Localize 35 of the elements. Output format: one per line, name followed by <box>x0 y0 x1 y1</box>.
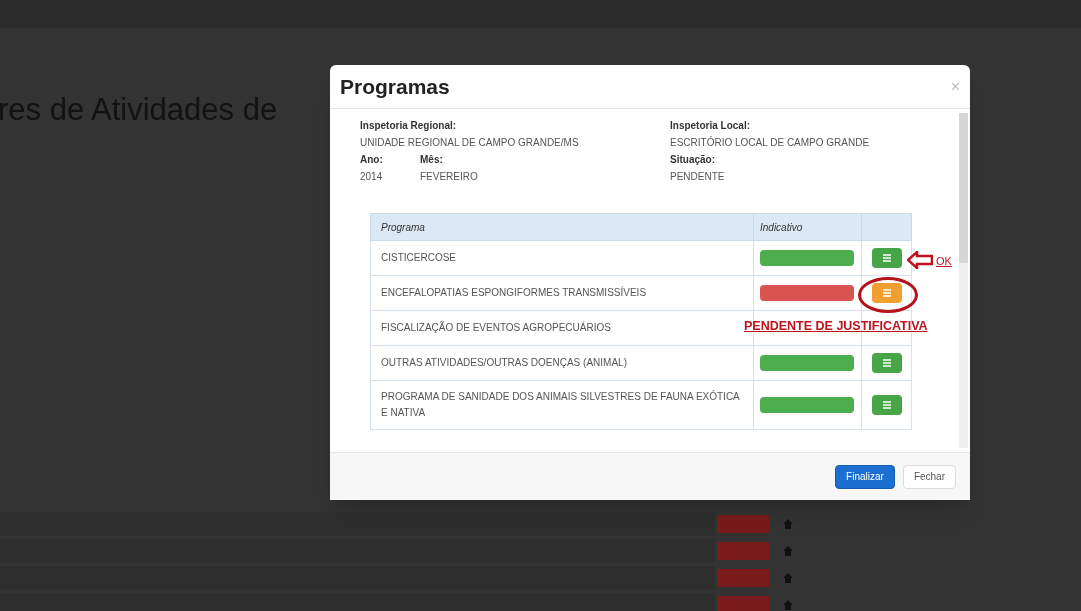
dialog-title: Programas <box>340 73 450 100</box>
table-cell-text: ENCEFALOPATIAS ESPONGIFORMES TRANSMISSÍVEIS <box>380 285 648 300</box>
house-icon <box>783 545 793 556</box>
house-icon <box>783 518 793 529</box>
column-header: Indicativo <box>753 214 861 240</box>
table-cell-text: PROGRAMA DE SANIDADE DOS ANIMAIS SILVESTRES DE FAUNA EXÓTICA E NATIVA <box>380 389 741 420</box>
list-button[interactable] <box>871 248 902 268</box>
list-icon <box>881 359 892 367</box>
field-label: Mês: <box>420 153 444 167</box>
list-icon <box>881 254 892 262</box>
field-label: Situação: <box>670 153 716 167</box>
highlight-circle <box>858 277 918 313</box>
house-icon <box>783 572 793 583</box>
arrow-icon <box>907 251 933 269</box>
field-value: 2014 <box>360 170 384 184</box>
ok-annotation: OK <box>936 254 952 269</box>
list-button[interactable] <box>871 353 902 373</box>
house-icon <box>783 599 793 610</box>
close-dialog-button[interactable]: Fechar <box>902 464 956 489</box>
column-header: Programa <box>380 220 426 235</box>
table-cell-text: OUTRAS ATIVIDADES/OUTRAS DOENÇAS (ANIMAL) <box>380 356 628 370</box>
table-cell-text: CISTICERCOSE <box>380 251 457 265</box>
list-button[interactable] <box>871 283 902 303</box>
field-label: Ano: <box>360 153 384 167</box>
list-icon <box>881 401 892 409</box>
field-label: Inspetoria Regional: <box>360 119 458 133</box>
finish-button[interactable]: Finalizar <box>835 464 895 489</box>
list-icon <box>881 289 892 297</box>
list-button[interactable] <box>871 395 902 415</box>
pending-annotation: PENDENTE DE JUSTIFICATIVA <box>744 318 928 335</box>
field-value: ESCRITÓRIO LOCAL DE CAMPO GRANDE <box>670 135 871 150</box>
field-label: Inspetoria Local: <box>670 119 751 133</box>
field-value: UNIDADE REGIONAL DE CAMPO GRANDE/MS <box>360 136 580 150</box>
field-value: FEVEREIRO <box>420 170 479 184</box>
field-value: PENDENTE <box>670 170 726 184</box>
